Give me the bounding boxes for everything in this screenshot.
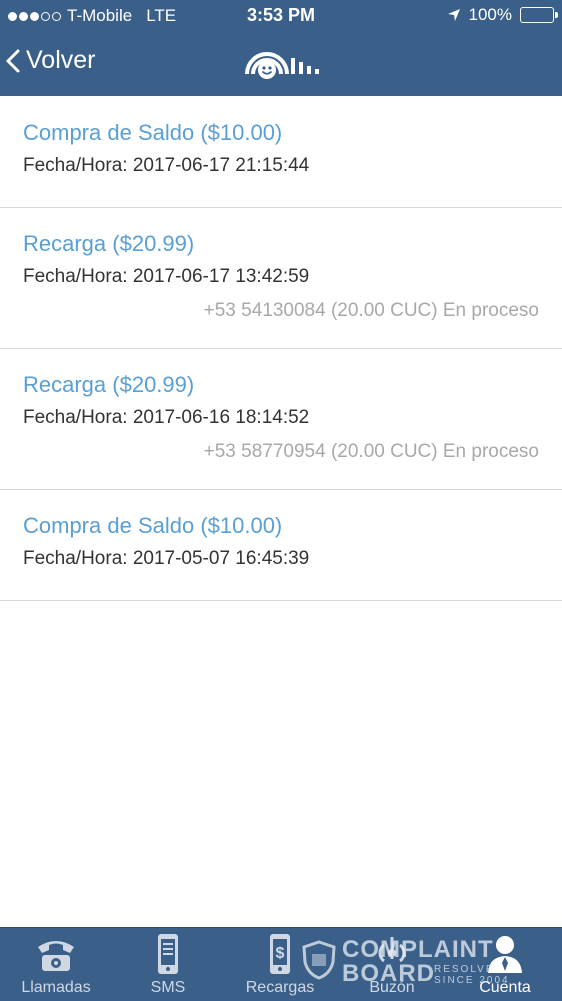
chevron-left-icon	[6, 49, 20, 72]
phone-dollar-icon: $	[270, 934, 290, 974]
watermark-tag2: SINCE 2004	[434, 975, 510, 986]
battery-icon	[520, 7, 558, 23]
tab-label: Llamadas	[21, 979, 91, 996]
complaintboard-watermark: COMPLAINT BOARD RESOLVE SINCE 2004	[300, 934, 540, 996]
location-arrow-icon	[447, 9, 460, 21]
smiley-signal-logo-icon	[245, 52, 319, 79]
nav-header: T-Mobile LTE 3:53 PM 100% Volver	[0, 0, 562, 96]
transaction-item[interactable]: Recarga ($20.99) Fecha/Hora: 2017-06-17 …	[0, 208, 562, 349]
back-button[interactable]: Volver	[6, 46, 95, 75]
transaction-status: +53 54130084 (20.00 CUC) En proceso	[203, 300, 539, 321]
watermark-line2: BOARD	[342, 960, 435, 987]
transaction-date: Fecha/Hora: 2017-06-17 21:15:44	[23, 155, 310, 176]
transaction-title: Compra de Saldo ($10.00)	[23, 513, 283, 538]
transaction-item[interactable]: Compra de Saldo ($10.00) Fecha/Hora: 201…	[0, 96, 562, 208]
transaction-item[interactable]: Recarga ($20.99) Fecha/Hora: 2017-06-16 …	[0, 349, 562, 490]
transaction-title: Recarga ($20.99)	[23, 231, 195, 256]
tab-bar: Llamadas SMS $ Recargas Buzón Cuenta COM…	[0, 927, 562, 1001]
transaction-title: Compra de Saldo ($10.00)	[23, 120, 283, 145]
battery-percent: 100%	[468, 5, 512, 24]
telephone-icon	[38, 941, 74, 971]
status-bar: T-Mobile LTE 3:53 PM 100%	[0, 0, 562, 32]
transaction-date: Fecha/Hora: 2017-05-07 16:45:39	[23, 548, 310, 569]
transaction-title: Recarga ($20.99)	[23, 372, 195, 397]
tab-label: SMS	[150, 979, 186, 996]
tab-sms[interactable]: SMS	[112, 928, 224, 1001]
phone-device-icon	[158, 934, 178, 974]
watermark-tag1: RESOLVE	[434, 964, 495, 975]
svg-text:$: $	[276, 945, 285, 962]
back-label: Volver	[26, 46, 96, 74]
shield-logo-icon	[302, 940, 336, 980]
transaction-item[interactable]: Compra de Saldo ($10.00) Fecha/Hora: 201…	[0, 490, 562, 601]
transaction-list: Compra de Saldo ($10.00) Fecha/Hora: 201…	[0, 96, 562, 601]
transaction-status: +53 58770954 (20.00 CUC) En proceso	[203, 441, 539, 462]
transaction-date: Fecha/Hora: 2017-06-16 18:14:52	[23, 407, 310, 428]
transaction-date: Fecha/Hora: 2017-06-17 13:42:59	[23, 266, 310, 287]
tab-llamadas[interactable]: Llamadas	[0, 928, 112, 1001]
